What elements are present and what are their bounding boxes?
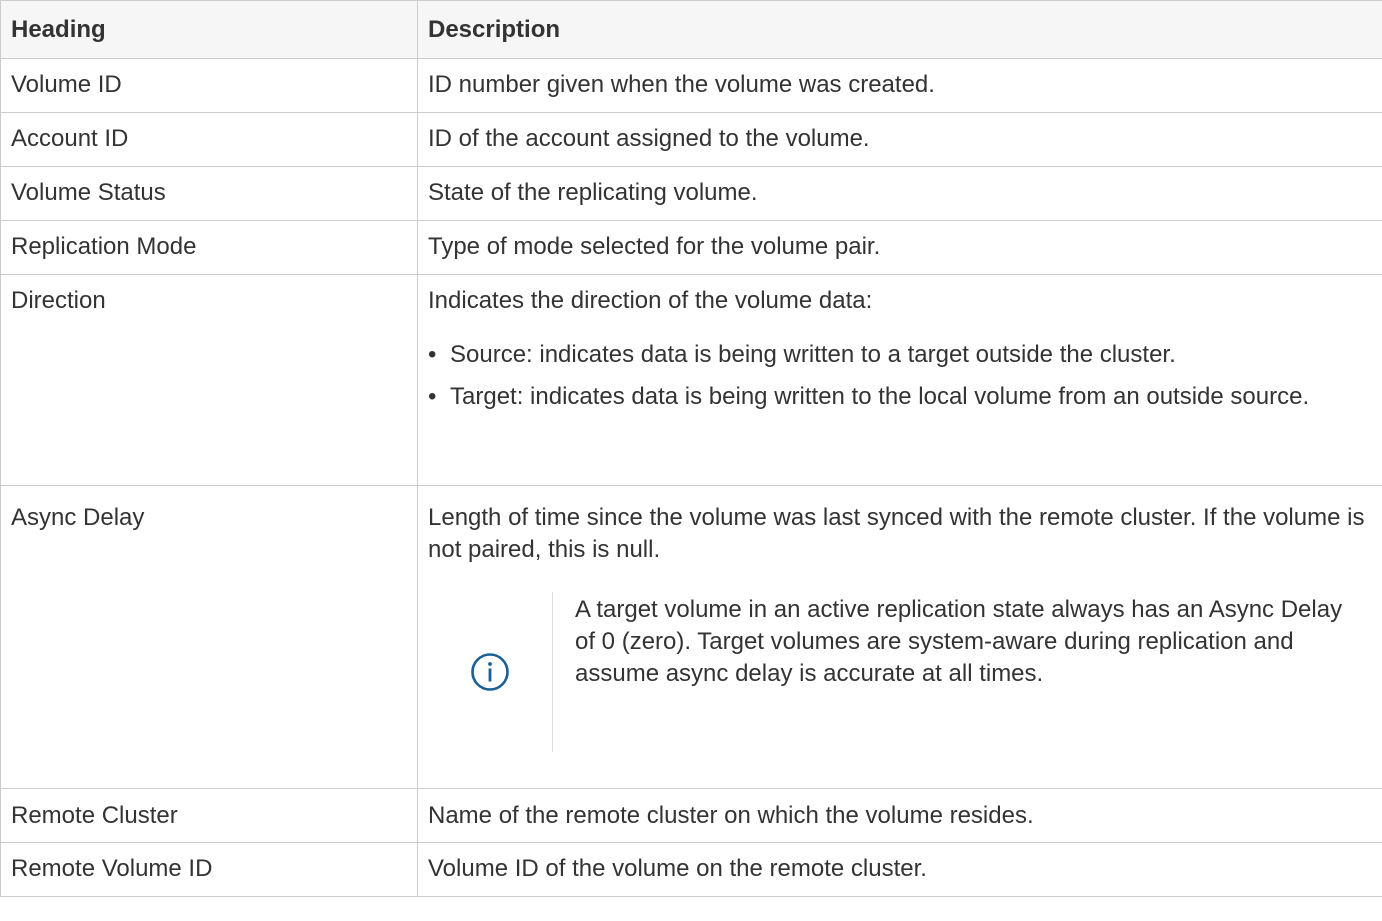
table-body: Volume ID ID number given when the volum…	[0, 58, 1382, 897]
table-row: Remote Volume ID Volume ID of the volume…	[0, 842, 1382, 897]
table-row: Remote Cluster Name of the remote cluste…	[0, 788, 1382, 843]
table-row: Replication Mode Type of mode selected f…	[0, 220, 1382, 275]
row-heading: Direction	[0, 274, 418, 486]
row-heading: Replication Mode	[0, 220, 418, 275]
list-item: • Source: indicates data is being writte…	[428, 339, 1368, 371]
info-note: A target volume in an active replication…	[428, 592, 1368, 752]
bullet-icon: •	[428, 383, 437, 410]
table-row: Volume ID ID number given when the volum…	[0, 58, 1382, 113]
list-item: • Target: indicates data is being writte…	[428, 381, 1368, 413]
row-description: Name of the remote cluster on which the …	[417, 788, 1382, 843]
bullet-icon: •	[428, 341, 437, 368]
row-description: Length of time since the volume was last…	[428, 504, 1365, 563]
note-icon-container	[428, 592, 553, 752]
row-description-cell: Length of time since the volume was last…	[417, 485, 1382, 789]
header-heading: Heading	[0, 0, 418, 59]
table-row: Async Delay Length of time since the vol…	[0, 485, 1382, 789]
header-row: Heading Description	[0, 0, 1382, 59]
bullet-text: Target: indicates data is being written …	[450, 383, 1310, 410]
row-description: ID number given when the volume was crea…	[417, 58, 1382, 113]
note-text: A target volume in an active replication…	[575, 596, 1343, 687]
row-description: Indicates the direction of the volume da…	[428, 287, 873, 314]
row-heading: Async Delay	[0, 485, 418, 789]
row-heading: Remote Volume ID	[0, 842, 418, 897]
row-description: Type of mode selected for the volume pai…	[417, 220, 1382, 275]
row-description: State of the replicating volume.	[417, 166, 1382, 221]
row-description: ID of the account assigned to the volume…	[417, 112, 1382, 167]
row-heading: Volume Status	[0, 166, 418, 221]
row-heading: Remote Cluster	[0, 788, 418, 843]
row-description: Volume ID of the volume on the remote cl…	[417, 842, 1382, 897]
table-row: Direction Indicates the direction of the…	[0, 274, 1382, 486]
field-reference-table: Heading Description Volume ID ID number …	[0, 0, 1382, 897]
row-heading: Volume ID	[0, 58, 418, 113]
table-row: Account ID ID of the account assigned to…	[0, 112, 1382, 167]
bullet-text: Source: indicates data is being written …	[450, 341, 1176, 368]
row-description-cell: Indicates the direction of the volume da…	[417, 274, 1382, 486]
direction-bullet-list: • Source: indicates data is being writte…	[428, 339, 1368, 413]
table-row: Volume Status State of the replicating v…	[0, 166, 1382, 221]
row-heading: Account ID	[0, 112, 418, 167]
info-icon	[471, 653, 509, 691]
header-description: Description	[417, 0, 1382, 59]
table-header: Heading Description	[0, 0, 1382, 59]
